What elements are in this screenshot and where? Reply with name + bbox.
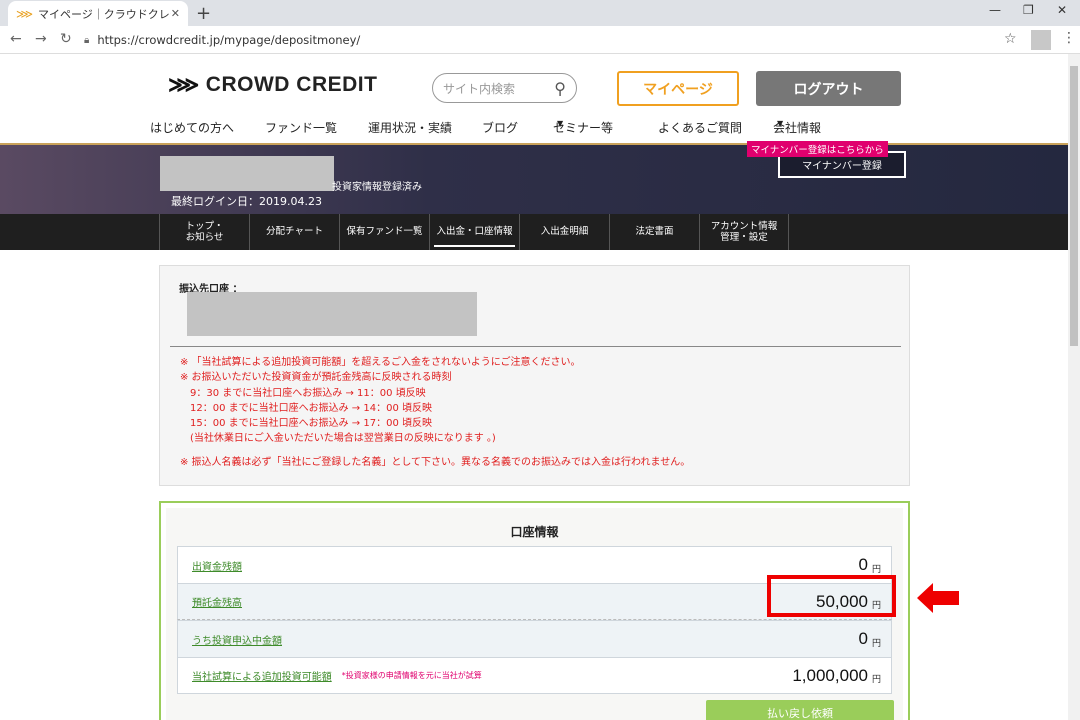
browser-tabstrip: ⋙ マイページ｜クラウドクレジット ✕ + — ❐ ✕ — [0, 0, 1080, 26]
subnav-legal-docs[interactable]: 法定書面 — [609, 214, 699, 250]
mypage-button[interactable]: マイページ — [617, 71, 739, 106]
redacted-account-number — [187, 292, 477, 336]
transfer-account-box: 振込先口座 ： ※ 「当社試算による追加投資可能額」を超えるご入金をされないよう… — [159, 265, 910, 486]
nav-beginners[interactable]: はじめての方へ — [150, 119, 234, 136]
deposit-balance-link[interactable]: 預託金残高 — [192, 594, 242, 609]
deposit-highlight-box — [767, 575, 896, 617]
bookmark-star-icon[interactable]: ☆ — [1004, 31, 1017, 47]
additional-capacity-note: *投資家様の申請情報を元に当社が試算 — [341, 671, 482, 680]
logout-button[interactable]: ログアウト — [756, 71, 901, 106]
nav-faq[interactable]: よくあるご質問 — [658, 119, 742, 136]
nav-performance[interactable]: 運用状況・実績 — [368, 119, 452, 136]
nav-funds[interactable]: ファンド一覧 — [265, 119, 337, 136]
pending-amount-link[interactable]: うち投資申込中金額 — [192, 632, 282, 647]
reload-icon[interactable]: ↻ — [60, 31, 72, 47]
restore-icon[interactable]: ❐ — [1023, 3, 1034, 17]
subnav-holdings[interactable]: 保有ファンド一覧 — [339, 214, 429, 250]
search-icon[interactable]: ⚲ — [554, 79, 566, 98]
subnav-deposit[interactable]: 入出金・口座情報 — [429, 214, 519, 250]
browser-menu-icon[interactable]: ⋮ — [1062, 30, 1076, 46]
new-tab-icon[interactable]: + — [196, 3, 211, 24]
window-close-icon[interactable]: ✕ — [1057, 3, 1067, 17]
refund-request-button[interactable]: 払い戻し依頼 — [706, 700, 894, 720]
divider — [170, 346, 901, 347]
lock-icon: 🔒︎ — [84, 34, 90, 46]
address-bar[interactable]: 🔒︎ https://crowdcredit.jp/mypage/deposit… — [84, 30, 1024, 50]
logo-mark-icon: ⋙ — [168, 72, 200, 97]
additional-capacity-link[interactable]: 当社試算による追加投資可能額 — [192, 668, 332, 683]
crowdcredit-favicon-icon: ⋙ — [16, 6, 34, 21]
search-placeholder: サイト内検索 — [443, 81, 516, 96]
subnav-account-settings[interactable]: アカウント情報 管理・設定 — [699, 214, 789, 250]
last-login-date: 最終ログイン日：2019.04.23 — [171, 195, 322, 208]
yen-unit: 円 — [871, 675, 881, 685]
page-scrollbar[interactable] — [1068, 54, 1080, 720]
site-logo[interactable]: ⋙ CROWD CREDIT — [168, 72, 377, 98]
red-arrow-icon — [917, 583, 959, 613]
note-line: ※ お振込いただいた投資資金が預託金残高に反映される時刻 — [180, 372, 452, 384]
note-line: 12：00 までに当社口座へお振込み → 14：00 頃反映 — [190, 402, 432, 414]
logo-text: CROWD CREDIT — [205, 73, 378, 96]
account-info-title: 口座情報 — [510, 525, 559, 539]
tab-close-icon[interactable]: ✕ — [171, 7, 180, 20]
subnav-statements[interactable]: 入出金明細 — [519, 214, 609, 250]
row-additional-capacity: 当社試算による追加投資可能額 *投資家様の申請情報を元に当社が試算 1,000,… — [177, 657, 892, 694]
redacted-user-name — [160, 156, 334, 191]
forward-icon[interactable]: → — [35, 31, 47, 47]
note-line: ※ 「当社試算による追加投資可能額」を超えるご入金をされないようにご注意ください… — [180, 357, 581, 368]
profile-avatar[interactable] — [1031, 30, 1051, 50]
row-pending-amount: うち投資申込中金額 0 円 — [177, 620, 892, 657]
url-text: https://crowdcredit.jp/mypage/depositmon… — [97, 33, 361, 47]
browser-toolbar: ← → ↻ 🔒︎ https://crowdcredit.jp/mypage/d… — [0, 26, 1080, 54]
minimize-icon[interactable]: — — [989, 3, 1001, 17]
nav-blog[interactable]: ブログ — [482, 119, 518, 136]
note-line: (当社休業日にご入金いただいた場合は翌営業日の反映になります 。) — [190, 433, 496, 445]
site-search-input[interactable]: サイト内検索 ⚲ — [432, 73, 577, 103]
yen-unit: 円 — [871, 638, 881, 649]
pending-amount-value: 0 — [858, 629, 868, 648]
back-icon[interactable]: ← — [10, 31, 22, 47]
yen-unit: 円 — [871, 564, 881, 575]
note-line: ※ 振込人名義は必ず「当社にご登録した名義」として下さい。異なる名義でのお振込み… — [180, 456, 691, 468]
caret-down-icon: ▼ — [777, 119, 784, 128]
mypage-subnav: トップ・ お知らせ 分配チャート 保有ファンド一覧 入出金・口座情報 入出金明細… — [0, 214, 1068, 250]
scrollbar-thumb[interactable] — [1070, 66, 1078, 346]
investment-balance-link[interactable]: 出資金残額 — [192, 558, 242, 573]
additional-capacity-value: 1,000,000 — [792, 665, 868, 685]
note-line: 9：30 までに当社口座へお振込み → 11：00 頃反映 — [190, 387, 426, 399]
investment-balance-value: 0 — [858, 555, 868, 574]
caret-down-icon: ▼ — [557, 119, 564, 128]
tab-title: マイページ｜クラウドクレジット — [38, 7, 171, 21]
transfer-notes: ※ 「当社試算による追加投資可能額」を超えるご入金をされないようにご注意ください… — [180, 355, 690, 470]
subnav-top[interactable]: トップ・ お知らせ — [159, 214, 249, 250]
subnav-distribution-chart[interactable]: 分配チャート — [249, 214, 339, 250]
mynumber-tag[interactable]: マイナンバー登録はこちらから — [747, 141, 888, 157]
registration-status: 投資家情報登録済み — [332, 182, 422, 193]
browser-tab[interactable]: ⋙ マイページ｜クラウドクレジット ✕ — [8, 1, 188, 26]
note-line: 15：00 までに当社口座へお振込み → 17：00 頃反映 — [190, 418, 432, 430]
account-rows: 出資金残額 0 円 預託金残高 50,000 円 うち投資申込中金額 0 円 当… — [177, 546, 892, 694]
